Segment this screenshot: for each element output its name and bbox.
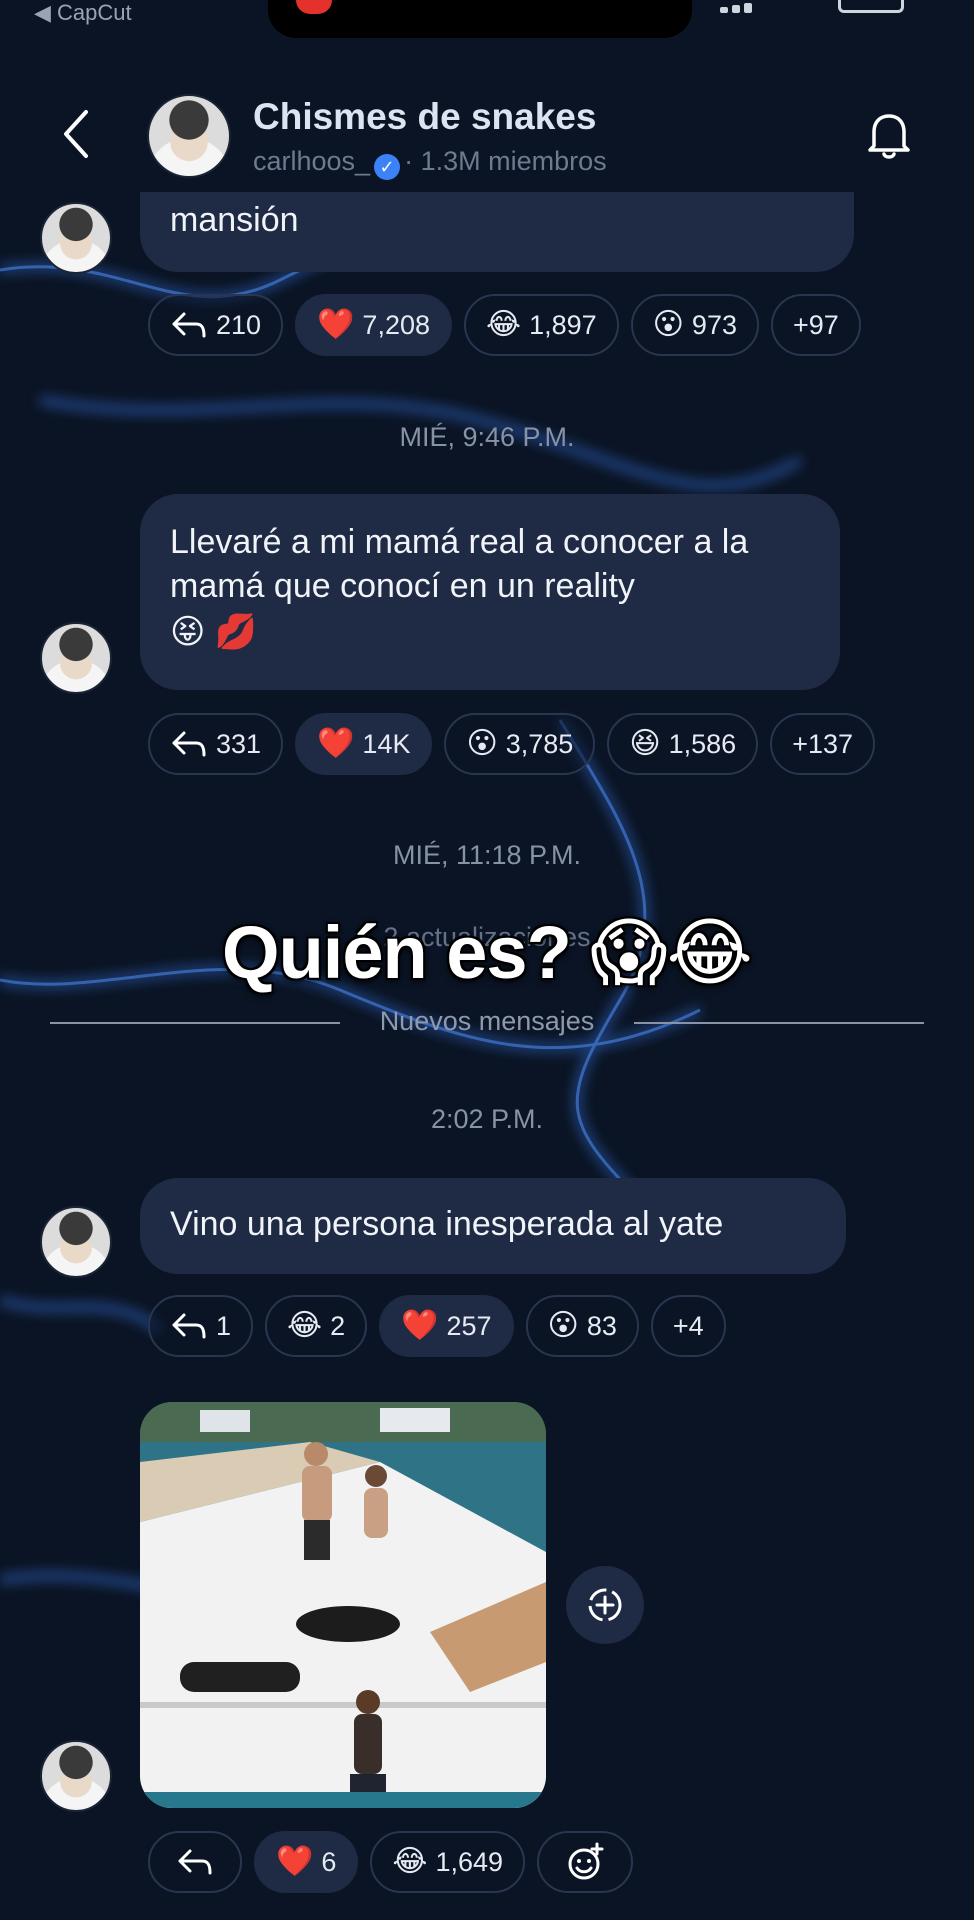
sender-avatar[interactable]	[40, 622, 112, 694]
reaction-laugh[interactable]: 😂 2	[265, 1295, 368, 1357]
member-count: · 1.3M miembros	[404, 146, 607, 176]
channel-subtitle: carlhoos_ ✓ · 1.3M miembros	[253, 146, 607, 180]
reaction-heart[interactable]: ❤️ 6	[254, 1831, 359, 1893]
date-separator: MIÉ, 11:18 P.M.	[392, 840, 582, 870]
reaction-laugh[interactable]: 😂 1,897	[464, 294, 619, 356]
laughing-emoji-icon: 😂	[287, 1309, 323, 1342]
laughing-emoji-icon: 😂	[392, 1845, 428, 1878]
verified-badge-icon: ✓	[374, 154, 401, 180]
message-text: mansión	[170, 201, 299, 239]
heart-emoji-icon: ❤️	[401, 1309, 439, 1342]
notification-bell-icon[interactable]	[862, 104, 916, 164]
reaction-bar: 331 ❤️ 14K 😮 3,785 😆 1,586 +137	[148, 713, 876, 775]
new-messages-label: Nuevos mensajes	[379, 1006, 595, 1036]
message-text: Vino una persona inesperada al yate	[170, 1205, 724, 1243]
reaction-wow[interactable]: 😮 973	[630, 294, 759, 356]
reply-button[interactable]: 210	[148, 294, 284, 356]
date-separator: MIÉ, 9:46 P.M.	[399, 422, 575, 452]
channel-title[interactable]: Chismes de snakes	[253, 96, 596, 138]
reaction-bar: 1 😂 2 ❤️ 257 😮 83 +4	[148, 1295, 726, 1357]
message-text: Llevaré a mi mamá real a conocer a la ma…	[170, 523, 749, 605]
reply-button[interactable]	[148, 1831, 242, 1893]
back-arrow-icon[interactable]	[58, 104, 98, 164]
expand-image-button[interactable]	[566, 1566, 644, 1644]
reaction-bar: ❤️ 6 😂 1,649	[148, 1831, 634, 1893]
more-reactions-button[interactable]: +4	[650, 1295, 726, 1357]
reply-button[interactable]: 1	[148, 1295, 254, 1357]
dynamic-island	[268, 0, 692, 38]
message-emojis: 😝 💋	[170, 613, 258, 651]
message-bubble[interactable]: Vino una persona inesperada al yate	[140, 1178, 846, 1274]
reply-button[interactable]: 331	[148, 713, 284, 775]
add-reaction-button[interactable]	[537, 1831, 634, 1893]
reaction-wow[interactable]: 😮 3,785	[444, 713, 596, 775]
reaction-wow[interactable]: 😮 83	[525, 1295, 639, 1357]
more-reactions-button[interactable]: +137	[770, 713, 876, 775]
grinning-emoji-icon: 😆	[629, 727, 661, 760]
laughing-emoji-icon: 😂	[486, 308, 522, 341]
battery-icon	[838, 0, 904, 13]
sender-avatar[interactable]	[40, 1740, 112, 1812]
reply-icon	[172, 731, 206, 757]
more-reactions-button[interactable]: +97	[770, 294, 861, 356]
surprised-emoji-icon: 😮	[466, 727, 498, 760]
message-bubble[interactable]: Llevaré a mi mamá real a conocer a la ma…	[140, 494, 840, 690]
heart-emoji-icon: ❤️	[276, 1845, 314, 1878]
channel-avatar[interactable]	[147, 94, 231, 178]
divider-line	[50, 1022, 340, 1024]
sender-avatar[interactable]	[40, 202, 112, 274]
add-reaction-icon	[568, 1842, 604, 1880]
channel-handle: carlhoos_	[253, 146, 371, 176]
back-to-app-link[interactable]: ◀ CapCut	[34, 0, 132, 26]
surprised-emoji-icon: 😮	[547, 1309, 579, 1342]
reaction-bar: 210 ❤️ 7,208 😂 1,897 😮 973 +97	[148, 294, 861, 356]
surprised-emoji-icon: 😮	[652, 308, 684, 341]
reaction-laugh[interactable]: 😂 1,649	[370, 1831, 526, 1893]
divider-line	[634, 1022, 924, 1024]
heart-emoji-icon: ❤️	[317, 308, 355, 341]
reply-icon	[172, 312, 206, 338]
reaction-grin[interactable]: 😆 1,586	[607, 713, 759, 775]
yacht-photo[interactable]	[140, 1402, 546, 1808]
heart-emoji-icon: ❤️	[317, 727, 355, 760]
reaction-heart[interactable]: ❤️ 14K	[295, 713, 433, 775]
reaction-heart[interactable]: ❤️ 257	[379, 1295, 514, 1357]
sender-avatar[interactable]	[40, 1206, 112, 1278]
sparkle-plus-icon	[588, 1588, 622, 1622]
reply-icon	[172, 1313, 206, 1339]
message-bubble[interactable]: mansión	[140, 192, 854, 272]
reply-icon	[178, 1849, 212, 1875]
video-caption-overlay: Quién es? 😱😂	[222, 911, 753, 994]
reaction-heart[interactable]: ❤️ 7,208	[295, 294, 452, 356]
date-separator: 2:02 P.M.	[430, 1104, 544, 1134]
